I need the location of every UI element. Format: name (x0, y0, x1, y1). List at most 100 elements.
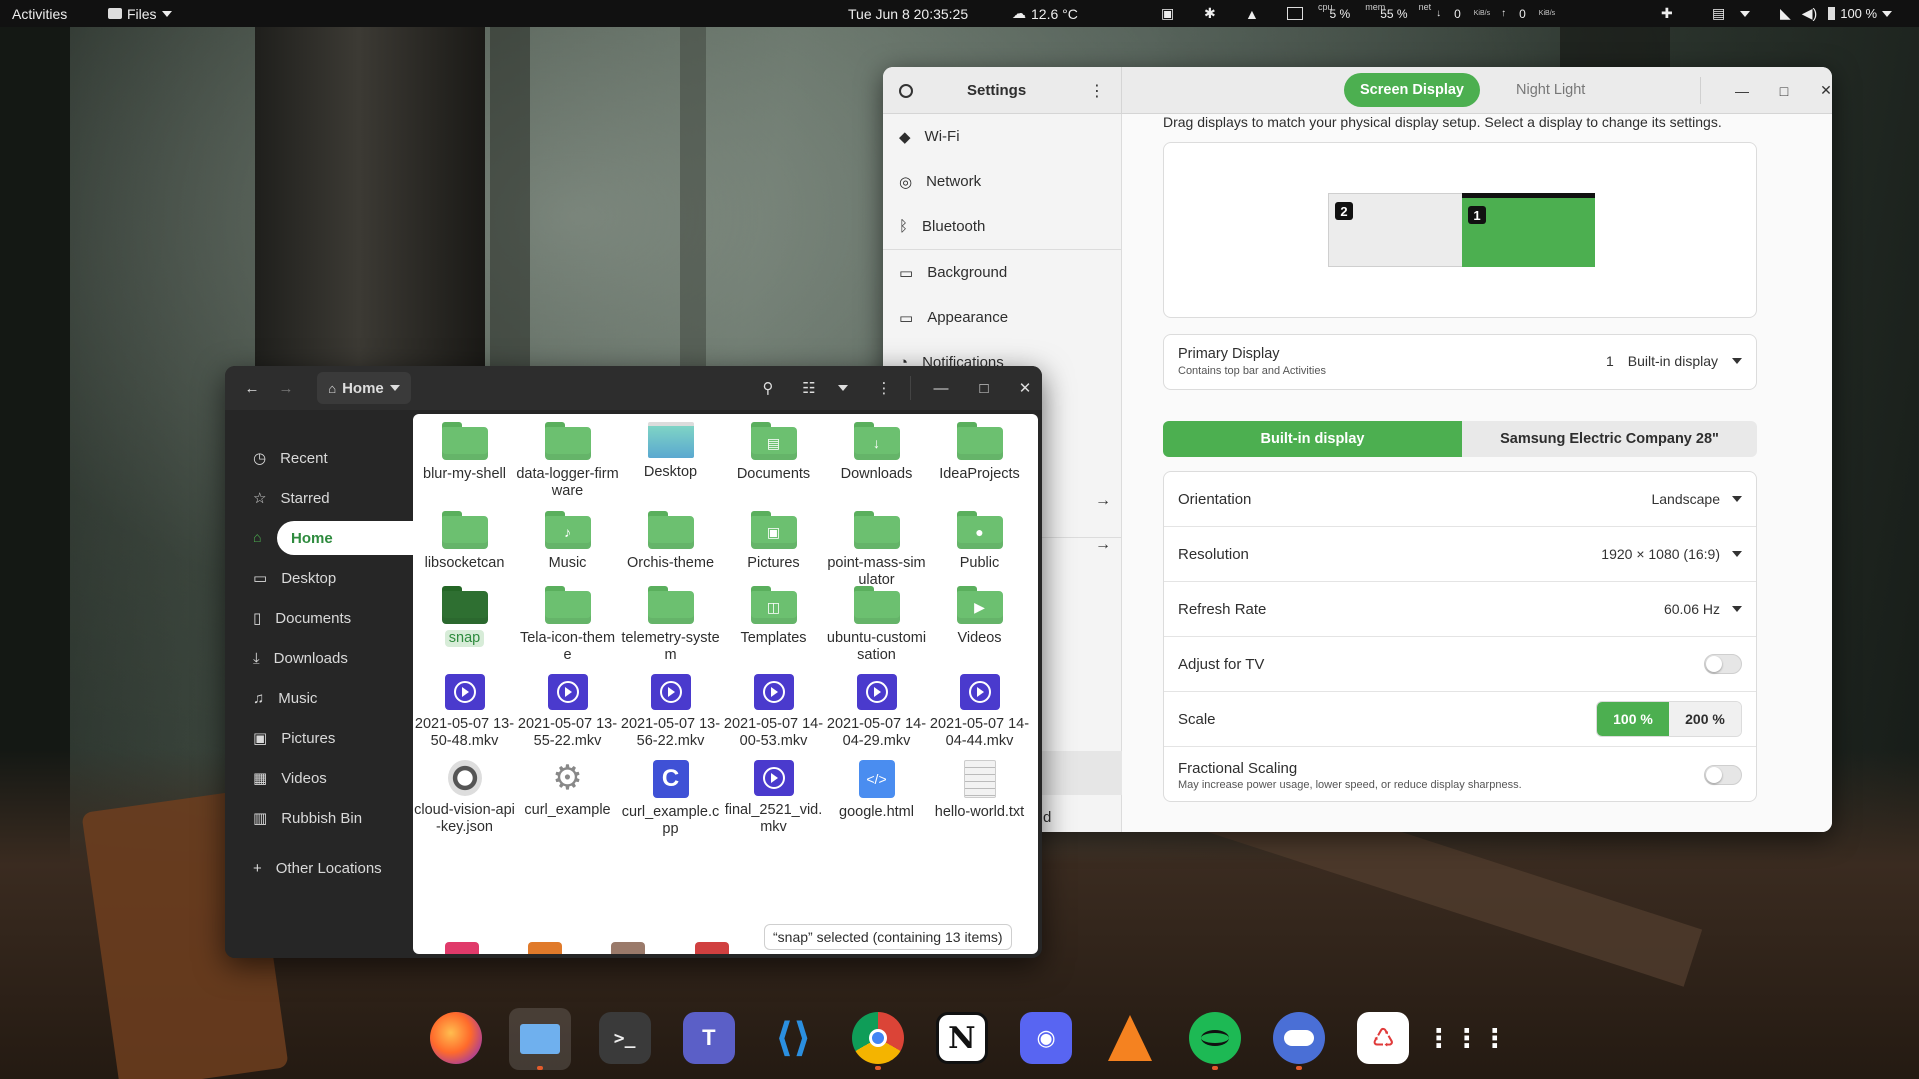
location-button[interactable]: ⌂ Home (317, 372, 411, 404)
display-1-preview[interactable]: 1 (1462, 193, 1595, 267)
scale-200-button[interactable]: 200 % (1669, 702, 1741, 736)
dock-files[interactable] (509, 1008, 572, 1070)
file-item[interactable]: point-mass-simulator (825, 511, 928, 589)
dock-terminal[interactable]: >_ (598, 1012, 651, 1064)
file-item[interactable]: libsocketcan (413, 511, 516, 572)
file-item[interactable]: Orchis-theme (619, 511, 722, 572)
file-item[interactable]: 2021-05-07 13-50-48.mkv (413, 674, 516, 750)
refresh-rate-row[interactable]: Refresh Rate 60.06 Hz (1164, 582, 1756, 637)
view-list-button[interactable]: ☷ (793, 372, 825, 404)
file-item[interactable]: snap (413, 586, 516, 647)
dock-firefox[interactable] (430, 1012, 482, 1064)
dock-chrome[interactable] (851, 1012, 904, 1064)
weather-indicator[interactable]: ☁ 12.6 °C (1012, 0, 1078, 27)
file-item[interactable]: 2021-05-07 13-56-22.mkv (619, 674, 722, 750)
minimize-button[interactable]: — (1722, 67, 1762, 114)
orientation-row[interactable]: Orientation Landscape (1164, 472, 1756, 527)
sidebar-item-documents[interactable]: ▯ Documents (225, 598, 413, 638)
files-menu-button[interactable]: ⋮ (870, 372, 898, 404)
display-2-preview[interactable]: 2 (1328, 193, 1463, 267)
file-item[interactable]: </> google.html (825, 760, 928, 821)
system-monitor[interactable]: cpu 5 % mem 55 % net ↓ 0 KiB/s ↑ 0 KiB/s (1287, 0, 1555, 27)
file-item[interactable]: IdeaProjects (928, 422, 1031, 483)
file-item[interactable]: Tela-icon-theme (516, 586, 619, 664)
partial-file-icon[interactable] (528, 942, 562, 954)
file-item[interactable]: ◫ Templates (722, 586, 825, 647)
maximize-button[interactable]: □ (969, 372, 999, 404)
dock-settings[interactable] (1273, 1012, 1325, 1064)
file-item[interactable]: ▤ Documents (722, 422, 825, 483)
sidebar-item-pictures[interactable]: ▣ Pictures (225, 718, 413, 758)
view-options-button[interactable] (829, 372, 857, 404)
dock-app-grid[interactable]: ⋮⋮⋮ (1426, 1012, 1508, 1064)
sidebar-item-starred[interactable]: ☆ Starred (225, 478, 413, 518)
app-menu[interactable]: Files (108, 0, 172, 27)
partial-file-icon[interactable] (445, 942, 479, 954)
dock-notion[interactable]: N (935, 1012, 988, 1064)
fractional-scaling-toggle[interactable] (1704, 765, 1742, 785)
extensions-indicator[interactable]: ✚ (1661, 0, 1673, 27)
file-item[interactable]: 2021-05-07 14-00-53.mkv (722, 674, 825, 750)
back-button[interactable]: ← (237, 372, 267, 404)
file-item[interactable]: ● Public (928, 511, 1031, 572)
file-item[interactable]: final_2521_vid.mkv (722, 760, 825, 836)
dock-vlc[interactable] (1104, 1012, 1156, 1064)
tab-builtin-display[interactable]: Built-in display (1163, 421, 1462, 457)
search-button[interactable]: ⚲ (752, 372, 784, 404)
file-item[interactable]: data-logger-firmware (516, 422, 619, 500)
sidebar-item-bluetooth[interactable]: ᛒ Bluetooth (883, 204, 1121, 249)
scale-100-button[interactable]: 100 % (1597, 702, 1669, 736)
partial-file-icon[interactable] (695, 942, 729, 954)
menu-icon[interactable]: ⋮ (1089, 81, 1105, 101)
sidebar-item-downloads[interactable]: ⤓ Downloads (225, 638, 413, 678)
file-item[interactable]: Ccurl_example.cpp (619, 760, 722, 838)
close-button[interactable]: ✕ (1010, 372, 1040, 404)
file-item[interactable]: 2021-05-07 14-04-29.mkv (825, 674, 928, 750)
file-item[interactable]: telemetry-system (619, 586, 722, 664)
sidebar-item-appearance[interactable]: ▭ Appearance (883, 295, 1121, 340)
sidebar-item-videos[interactable]: ▦ Videos (225, 758, 413, 798)
partial-file-icon[interactable] (611, 942, 645, 954)
tab-samsung-display[interactable]: Samsung Electric Company 28" (1462, 421, 1757, 457)
search-icon[interactable] (899, 83, 913, 98)
sidebar-item-recent[interactable]: ◷ Recent (225, 438, 413, 478)
primary-display-card[interactable]: Primary Display Contains top bar and Act… (1163, 334, 1757, 390)
file-item[interactable]: ♪ Music (516, 511, 619, 572)
file-item[interactable]: ▶ Videos (928, 586, 1031, 647)
vlc-indicator[interactable]: ▲ (1245, 0, 1259, 27)
dock-spotify[interactable] (1188, 1012, 1241, 1064)
file-item[interactable]: 2021-05-07 14-04-44.mkv (928, 674, 1031, 750)
sidebar-item-wifi[interactable]: ◆ Wi-Fi (883, 114, 1121, 159)
forward-button[interactable]: → (271, 372, 301, 404)
tab-night-light[interactable]: Night Light (1500, 73, 1601, 107)
dock-snap-store[interactable]: ♺ (1357, 1012, 1410, 1064)
screenshot-indicator[interactable]: ▣ (1161, 0, 1174, 27)
sidebar-item-network[interactable]: ◎ Network (883, 159, 1121, 204)
sidebar-item-home[interactable]: ⌂ Home (225, 518, 417, 558)
dock-teams[interactable]: T (682, 1012, 735, 1064)
sidebar-item-other-locations[interactable]: + Other Locations (225, 848, 413, 888)
slack-indicator[interactable]: ✱ (1204, 0, 1216, 27)
activities-button[interactable]: Activities (12, 0, 67, 27)
system-menu[interactable]: ◣ ◀) 100 % (1780, 0, 1893, 27)
sidebar-item-desktop[interactable]: ▭ Desktop (225, 558, 413, 598)
file-item[interactable]: ⚙ curl_example (516, 760, 619, 819)
file-item[interactable]: Desktop (619, 422, 722, 481)
file-item[interactable]: ubuntu-customisation (825, 586, 928, 664)
file-item[interactable]: blur-my-shell (413, 422, 516, 483)
adjust-tv-toggle[interactable] (1704, 654, 1742, 674)
sidebar-item-rubbish-bin[interactable]: ▥ Rubbish Bin (225, 798, 413, 838)
sidebar-item-background[interactable]: ▭ Background (883, 250, 1121, 295)
maximize-button[interactable]: □ (1764, 67, 1804, 114)
sidebar-hidden-arrow[interactable]: → (1095, 492, 1111, 510)
dock-discord[interactable]: ◉ (1020, 1012, 1073, 1064)
sidebar-hidden-arrow[interactable]: → (1095, 536, 1111, 554)
file-item[interactable]: ▣ Pictures (722, 511, 825, 572)
dock-vscode[interactable]: ⟨⟩ (767, 1012, 819, 1064)
minimize-button[interactable]: — (926, 372, 956, 404)
file-item[interactable]: ↓ Downloads (825, 422, 928, 483)
file-item[interactable]: cloud-vision-api-key.json (413, 760, 516, 836)
clock[interactable]: Tue Jun 8 20:35:25 (848, 0, 968, 27)
file-item[interactable]: hello-world.txt (928, 760, 1031, 821)
resolution-row[interactable]: Resolution 1920 × 1080 (16:9) (1164, 527, 1756, 582)
